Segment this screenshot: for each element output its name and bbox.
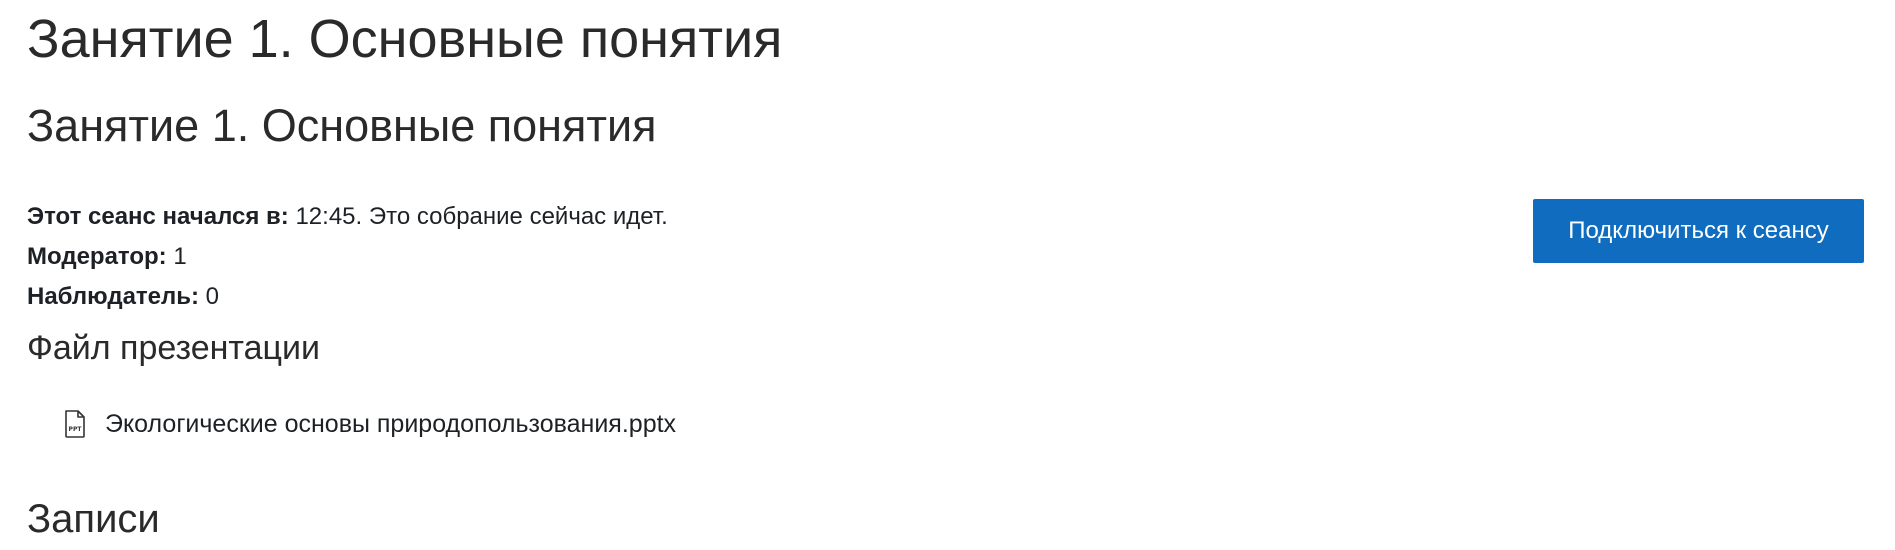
recordings-heading: Записи	[27, 497, 160, 541]
session-start-row: Этот сеанс начался в: 12:45. Это собрани…	[27, 197, 668, 237]
session-start-value: 12:45. Это собрание сейчас идет.	[288, 203, 668, 230]
presentation-file-row: PPT Экологические основы природопользова…	[64, 402, 676, 446]
moderator-label: Модератор:	[27, 243, 167, 270]
viewer-count: 0	[199, 283, 220, 310]
page: Занятие 1. Основные понятия Занятие 1. О…	[0, 0, 1895, 550]
moderator-count: 1	[166, 243, 187, 270]
activity-title: Занятие 1. Основные понятия	[27, 100, 657, 151]
join-session-button[interactable]: Подключиться к сеансу	[1533, 199, 1864, 263]
session-info: Этот сеанс начался в: 12:45. Это собрани…	[27, 197, 668, 317]
viewer-row: Наблюдатель: 0	[27, 277, 668, 317]
presentation-heading: Файл презентации	[27, 329, 320, 367]
viewer-label: Наблюдатель:	[27, 283, 200, 310]
page-title: Занятие 1. Основные понятия	[27, 9, 783, 69]
presentation-file-link[interactable]: Экологические основы природопользования.…	[105, 410, 676, 439]
moderator-row: Модератор: 1	[27, 237, 668, 277]
pptx-icon-text: PPT	[69, 426, 83, 433]
pptx-file-icon: PPT	[64, 410, 86, 438]
session-start-label: Этот сеанс начался в:	[27, 203, 289, 230]
